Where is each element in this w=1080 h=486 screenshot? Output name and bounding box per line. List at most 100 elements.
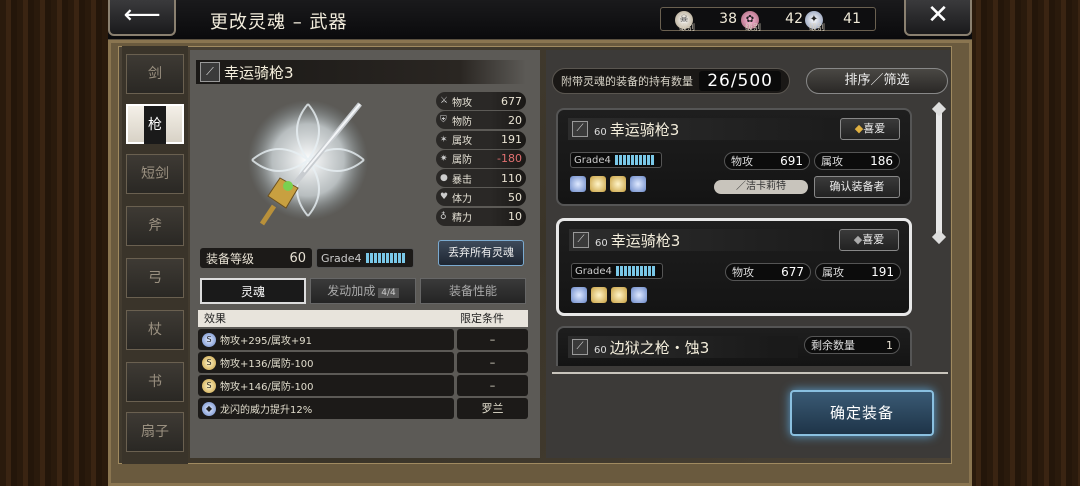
weapon-card-selected[interactable]: ⟋ 60 幸运骑枪3 ◆喜爱 Grade 4 物攻 677 属攻 191 <box>556 218 912 316</box>
stat-row: ● 暴击 110 <box>436 169 526 188</box>
stat-row: ⚔ 物攻 677 <box>436 92 526 110</box>
soul-gem-icon <box>631 287 647 303</box>
card-weapon-name: 幸运骑枪3 <box>610 231 681 250</box>
weapon-card[interactable]: ⟋ 60 幸运骑枪3 ◆喜爱 Grade 4 物攻 691 属攻 186 ／洁卡莉特 … <box>556 108 912 206</box>
level-label: 级别 <box>679 23 695 32</box>
emblem-level-value: 42 <box>785 11 803 27</box>
weapon-stats-list: ⚔ 物攻 677 ⛨ 物防 20 ✶ 属攻 191 ✷ 属防 -180 ● 暴击 110 ♥ 体力 50… <box>436 92 526 227</box>
soul-gem-icon <box>570 176 586 192</box>
mana-icon: ♁ <box>440 211 447 222</box>
soul-gem-icon: S <box>202 332 216 347</box>
tab-spear[interactable]: 枪 <box>126 104 184 144</box>
soul-gem-icon <box>590 176 606 192</box>
card-physical-attack: 物攻 677 <box>725 263 811 281</box>
owned-count-value: 26/500 <box>699 71 781 91</box>
heart-icon: ♥ <box>440 192 449 203</box>
soul-gem-icon: ◆ <box>202 401 216 416</box>
sort-filter-button[interactable]: 排序／筛选 <box>806 68 948 94</box>
table-row: S 物攻+295/属攻+91 – <box>198 329 528 350</box>
column-condition: 限定条件 <box>460 312 504 325</box>
tab-fan[interactable]: 扇子 <box>126 412 184 452</box>
equipped-by-badge: ／洁卡莉特 <box>714 180 808 194</box>
confirm-equipper-button[interactable]: 确认装备者 <box>814 176 900 198</box>
physical-defense-icon: ⛨ <box>440 115 447 126</box>
left-frame-wood <box>0 0 110 486</box>
soul-gem-icon <box>571 287 587 303</box>
owned-count: 附带灵魂的装备的持有数量 26/500 <box>552 68 790 94</box>
stat-row: ✷ 属防 -180 <box>436 149 526 168</box>
favorite-button[interactable]: ◆喜爱 <box>839 229 899 251</box>
weapon-artwork <box>248 100 368 226</box>
card-grade: Grade 4 <box>570 152 662 168</box>
card-elemental-attack: 属攻 186 <box>814 152 900 170</box>
card-physical-attack: 物攻 691 <box>724 152 810 170</box>
column-effect: 效果 <box>204 312 226 325</box>
divider <box>552 372 948 374</box>
emblem-level-value: 38 <box>719 11 737 27</box>
level-label: 级别 <box>745 23 761 32</box>
tab-activation-bonus[interactable]: 发动加成 4/4 <box>310 278 416 304</box>
card-soul-gems <box>570 176 646 192</box>
soul-gem-icon <box>611 287 627 303</box>
page-title: 更改灵魂 – 武器 <box>210 12 348 33</box>
emblem-level-value: 41 <box>843 11 861 27</box>
soul-gem-icon: S <box>202 378 216 393</box>
stat-row: ✶ 属攻 191 <box>436 130 526 149</box>
card-elemental-attack: 属攻 191 <box>815 263 901 281</box>
weapon-title-bar: ⟋ 幸运骑枪3 <box>196 60 526 84</box>
list-scrollbar[interactable] <box>936 108 942 238</box>
discard-all-souls-button[interactable]: 丢弃所有灵魂 <box>438 240 524 266</box>
card-level: 60 <box>595 237 608 249</box>
card-header: ⟋ 60 边狱之枪・蚀3 <box>568 336 798 358</box>
card-level: 60 <box>594 344 607 356</box>
owned-count-label: 附带灵魂的装备的持有数量 <box>561 75 693 88</box>
table-row: S 物攻+136/属防-100 – <box>198 352 528 373</box>
tab-staff[interactable]: 杖 <box>126 310 184 350</box>
grade-label: Grade <box>321 251 355 265</box>
emblem-level-1: ☠ 级别 38 <box>675 8 737 32</box>
close-icon: ✕ <box>927 0 949 30</box>
table-row: S 物攻+146/属防-100 – <box>198 375 528 396</box>
tab-dagger[interactable]: 短剑 <box>126 154 184 194</box>
emblem-level-3: ✦ 级别 41 <box>805 8 861 32</box>
grade-bar <box>365 253 405 263</box>
stat-row: ♥ 体力 50 <box>436 188 526 207</box>
stat-row: ♁ 精力 10 <box>436 207 526 226</box>
soul-gem-icon <box>591 287 607 303</box>
weapon-card[interactable]: ⟋ 60 边狱之枪・蚀3 剩余数量 1 <box>556 326 912 366</box>
detail-tabs: 灵魂 发动加成 4/4 装备性能 <box>196 278 528 304</box>
heart-icon: ◆ <box>853 233 863 246</box>
favorite-button[interactable]: ◆喜爱 <box>840 118 900 140</box>
card-soul-gems <box>571 287 647 303</box>
level-label: 级别 <box>809 23 825 32</box>
emblem-level-2: ✿ 级别 42 <box>741 8 803 32</box>
critical-icon: ● <box>440 173 448 184</box>
soul-gem-icon <box>610 176 626 192</box>
emblem-levels: ☠ 级别 38 ✿ 级别 42 ✦ 级别 41 <box>660 7 876 32</box>
spear-icon: ⟋ <box>572 121 588 137</box>
right-frame-wood <box>970 0 1080 486</box>
spear-icon: ⟋ <box>573 232 589 248</box>
table-row: ◆ 龙闪的威力提升12% 罗兰 <box>198 398 528 419</box>
grade-indicator: Grade 4 <box>316 248 414 268</box>
tab-axe[interactable]: 斧 <box>126 206 184 246</box>
tab-book[interactable]: 书 <box>126 362 184 402</box>
confirm-equip-button[interactable]: 确定装备 <box>790 390 934 436</box>
tab-soul[interactable]: 灵魂 <box>200 278 306 304</box>
back-button[interactable]: ⟵ <box>108 0 176 36</box>
level-label: 装备等级 <box>206 251 255 266</box>
tab-equipment-performance[interactable]: 装备性能 <box>420 278 526 304</box>
close-button[interactable]: ✕ <box>904 0 972 36</box>
tab-bow[interactable]: 弓 <box>126 258 184 298</box>
weapon-name: 幸运骑枪3 <box>224 63 294 82</box>
grade-value: 4 <box>354 251 362 265</box>
physical-attack-icon: ⚔ <box>440 96 449 106</box>
soul-effects-table: 效果 限定条件 S 物攻+295/属攻+91 – S 物攻+136/属防-100 –… <box>198 310 528 419</box>
arrow-left-icon: ⟵ <box>123 0 161 30</box>
card-weapon-name: 边狱之枪・蚀3 <box>609 338 710 357</box>
tab-sword[interactable]: 剑 <box>126 54 184 94</box>
remaining-count: 剩余数量 1 <box>804 336 900 354</box>
elemental-defense-icon: ✷ <box>440 153 448 164</box>
bonus-count-badge: 4/4 <box>378 288 399 298</box>
card-weapon-name: 幸运骑枪3 <box>609 120 680 139</box>
